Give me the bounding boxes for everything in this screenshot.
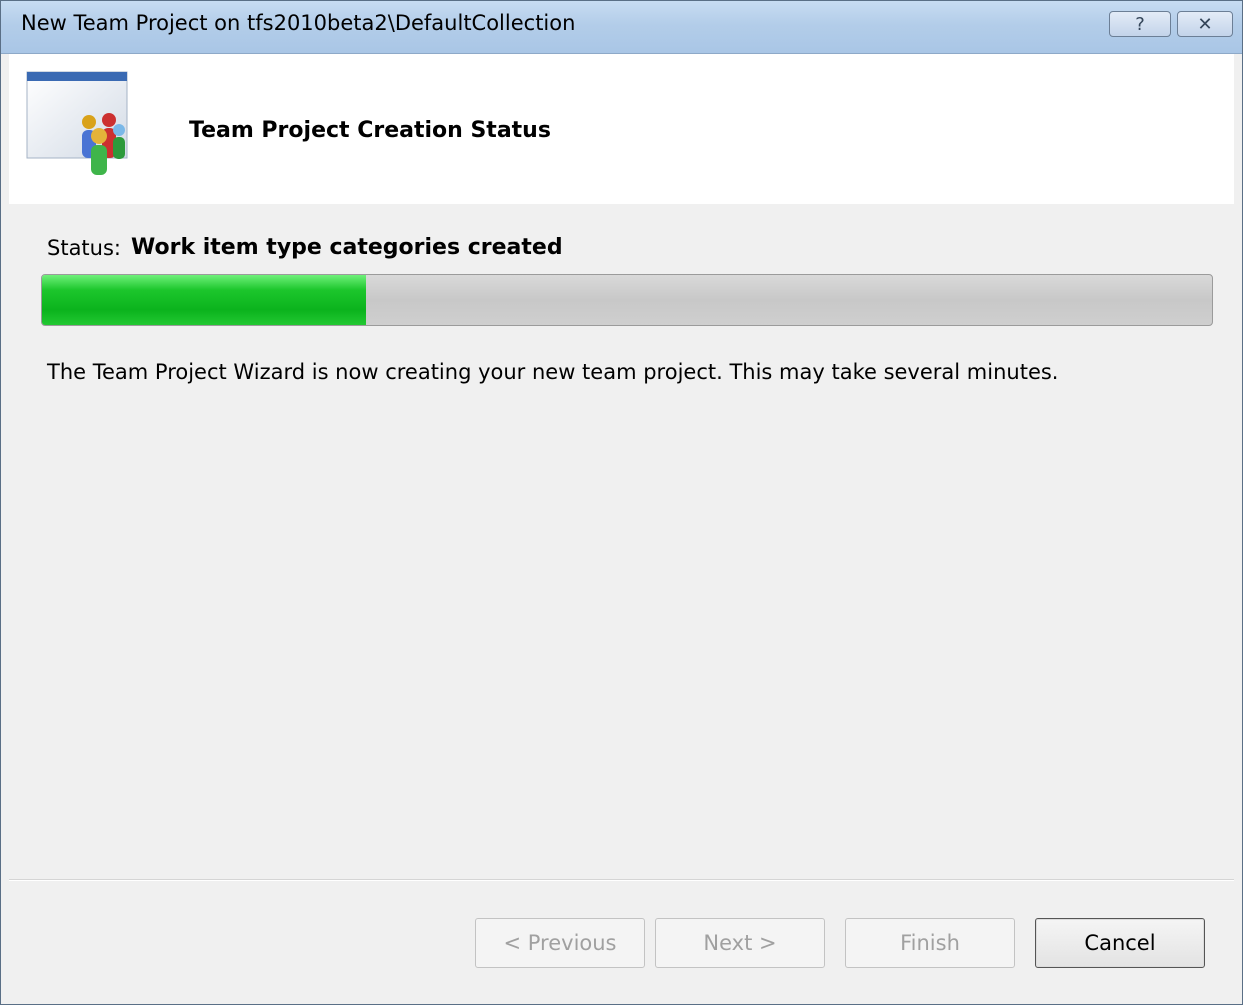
status-value: Work item type categories created [131, 235, 563, 260]
wizard-window: New Team Project on tfs2010beta2\Default… [0, 0, 1243, 1005]
close-icon: ✕ [1197, 13, 1213, 35]
team-project-icon [26, 71, 128, 175]
status-label: Status: [47, 236, 121, 260]
close-button[interactable]: ✕ [1177, 11, 1233, 37]
page-title: Team Project Creation Status [189, 118, 551, 143]
previous-button[interactable]: < Previous [475, 918, 645, 968]
next-button[interactable]: Next > [655, 918, 825, 968]
footer-divider [9, 879, 1234, 881]
help-button[interactable]: ? [1109, 11, 1171, 37]
help-icon: ? [1135, 13, 1145, 35]
progress-bar [41, 274, 1213, 326]
title-bar[interactable]: New Team Project on tfs2010beta2\Default… [1, 1, 1242, 54]
wizard-content: Status: Work item type categories create… [9, 204, 1234, 879]
wizard-header: Team Project Creation Status [9, 54, 1234, 204]
finish-button[interactable]: Finish [845, 918, 1015, 968]
cancel-button[interactable]: Cancel [1035, 918, 1205, 968]
window-title: New Team Project on tfs2010beta2\Default… [21, 11, 576, 35]
progress-fill [42, 275, 367, 325]
status-message: The Team Project Wizard is now creating … [47, 360, 1059, 384]
